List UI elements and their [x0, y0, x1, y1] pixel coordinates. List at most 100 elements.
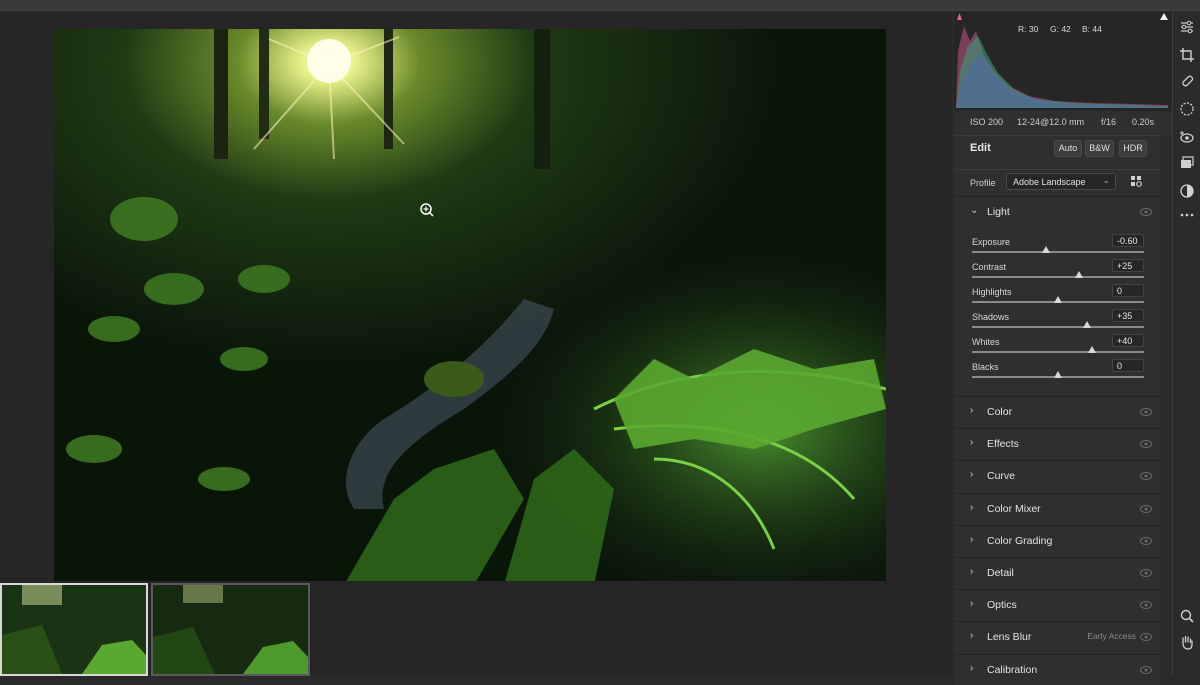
chevron-right-icon: › — [970, 630, 974, 642]
slider-handle[interactable] — [1041, 246, 1050, 253]
filmstrip-thumbnail-2[interactable] — [151, 583, 310, 676]
image-canvas[interactable] — [0, 11, 952, 585]
section-title: Color Grading — [987, 534, 1053, 547]
slider-track[interactable] — [972, 251, 1144, 253]
light-section-header[interactable]: ⌄ Light — [954, 196, 1160, 227]
bw-button[interactable]: B&W — [1085, 140, 1114, 157]
eye-icon[interactable] — [1140, 471, 1152, 481]
slider-value-input[interactable]: +40 — [1112, 334, 1144, 347]
masking-icon[interactable] — [1179, 101, 1195, 117]
slider-handle[interactable] — [1054, 296, 1062, 303]
rgb-blue-readout: B: 44 — [1082, 24, 1102, 34]
section-calibration[interactable]: › Calibration — [954, 653, 1160, 685]
slider-handle[interactable] — [1054, 371, 1062, 378]
crop-icon[interactable] — [1179, 47, 1195, 63]
section-lens-blur[interactable]: › Lens Blur Early Access — [954, 621, 1160, 653]
slider-highlights[interactable]: Highlights 0 — [972, 284, 1144, 311]
eye-icon[interactable] — [1140, 536, 1152, 546]
more-icon[interactable] — [1179, 207, 1195, 223]
slider-handle[interactable] — [1083, 321, 1092, 328]
title-bar — [0, 0, 1200, 11]
slider-exposure[interactable]: Exposure -0.60 — [972, 234, 1144, 261]
slider-value-input[interactable]: +35 — [1112, 309, 1144, 322]
slider-label: Contrast — [972, 262, 1007, 272]
section-color[interactable]: › Color — [954, 396, 1160, 427]
slider-blacks[interactable]: Blacks 0 — [972, 359, 1144, 386]
section-detail[interactable]: › Detail — [954, 557, 1160, 588]
section-color-grading[interactable]: › Color Grading — [954, 524, 1160, 556]
presets-icon[interactable] — [1179, 183, 1195, 199]
light-section-title: Light — [987, 206, 1010, 218]
slider-value-input[interactable]: 0 — [1112, 284, 1144, 297]
chevron-right-icon: › — [970, 501, 974, 513]
auto-button[interactable]: Auto — [1054, 140, 1082, 157]
slider-label: Blacks — [972, 362, 999, 372]
rgb-green-readout: G: 42 — [1050, 24, 1071, 34]
eye-icon[interactable] — [1140, 665, 1152, 675]
thumbnail-image — [2, 585, 146, 674]
slider-label: Shadows — [972, 312, 1010, 322]
section-title: Detail — [987, 567, 1014, 579]
eye-icon[interactable] — [1140, 207, 1152, 217]
section-optics[interactable]: › Optics — [954, 589, 1160, 621]
slider-label: Exposure — [972, 237, 1011, 247]
slider-track[interactable] — [972, 276, 1144, 278]
zoom-icon[interactable] — [1179, 608, 1195, 624]
forest-photo — [54, 29, 886, 585]
healing-brush-icon[interactable] — [1179, 73, 1195, 89]
panel-scrollbar[interactable] — [1160, 135, 1172, 676]
section-color-mixer[interactable]: › Color Mixer — [954, 492, 1160, 524]
section-title: Color — [987, 406, 1013, 418]
slider-value-input[interactable]: +25 — [1112, 259, 1144, 272]
edit-title: Edit — [970, 142, 991, 154]
hand-icon[interactable] — [1179, 634, 1195, 650]
chevron-right-icon: › — [970, 469, 974, 481]
iso-value: ISO 200 — [970, 117, 1004, 127]
layers-icon[interactable] — [1179, 155, 1195, 171]
profile-label: Profile — [970, 178, 996, 188]
section-curve[interactable]: › Curve — [954, 460, 1160, 492]
slider-whites[interactable]: Whites +40 — [972, 334, 1144, 361]
slider-contrast[interactable]: Contrast +25 — [972, 259, 1144, 286]
red-eye-icon[interactable] — [1179, 129, 1195, 145]
edit-panel: R: 30 G: 42 B: 44 ISO 200 12-24@12.0 mm … — [954, 11, 1172, 685]
chevron-right-icon: › — [970, 533, 974, 545]
eye-icon[interactable] — [1140, 407, 1152, 417]
eye-icon[interactable] — [1140, 439, 1152, 449]
slider-handle[interactable] — [1088, 346, 1097, 353]
section-title: Lens Blur — [987, 631, 1032, 644]
chevron-right-icon: › — [970, 405, 974, 416]
eye-icon[interactable] — [1140, 632, 1152, 642]
slider-value-input[interactable]: -0.60 — [1112, 234, 1144, 247]
slider-handle[interactable] — [1074, 271, 1083, 278]
eye-icon[interactable] — [1140, 568, 1152, 578]
profile-value: Adobe Landscape — [1013, 177, 1086, 187]
photo-preview[interactable] — [54, 29, 886, 585]
chevron-down-icon: ⌄ — [1102, 175, 1110, 185]
tool-strip — [1172, 11, 1200, 676]
aperture-value: f/16 — [1101, 117, 1117, 127]
slider-value-input[interactable]: 0 — [1112, 359, 1144, 372]
hdr-button[interactable]: HDR — [1119, 140, 1147, 157]
profile-dropdown[interactable]: Adobe Landscape ⌄ — [1006, 173, 1116, 190]
histogram: R: 30 G: 42 B: 44 — [954, 11, 1172, 111]
section-effects[interactable]: › Effects — [954, 428, 1160, 460]
slider-track[interactable] — [972, 326, 1144, 328]
eye-icon[interactable] — [1140, 600, 1152, 610]
filmstrip-thumbnail-1[interactable] — [0, 583, 148, 676]
eye-icon[interactable] — [1140, 504, 1152, 514]
edit-sliders-icon[interactable] — [1179, 19, 1195, 35]
rgb-red-readout: R: 30 — [1018, 24, 1039, 34]
chevron-right-icon: › — [970, 662, 974, 674]
edit-header: Edit Auto B&W HDR — [954, 135, 1160, 161]
slider-track[interactable] — [972, 351, 1144, 353]
chevron-right-icon: › — [970, 598, 974, 610]
section-title: Calibration — [987, 663, 1038, 676]
chevron-down-icon: ⌄ — [970, 205, 979, 216]
profile-browser-icon[interactable] — [1130, 175, 1143, 188]
early-access-badge: Early Access — [1087, 631, 1136, 642]
slider-label: Highlights — [972, 287, 1012, 297]
filmstrip — [0, 581, 952, 676]
slider-shadows[interactable]: Shadows +35 — [972, 309, 1144, 336]
chevron-right-icon: › — [970, 566, 974, 577]
